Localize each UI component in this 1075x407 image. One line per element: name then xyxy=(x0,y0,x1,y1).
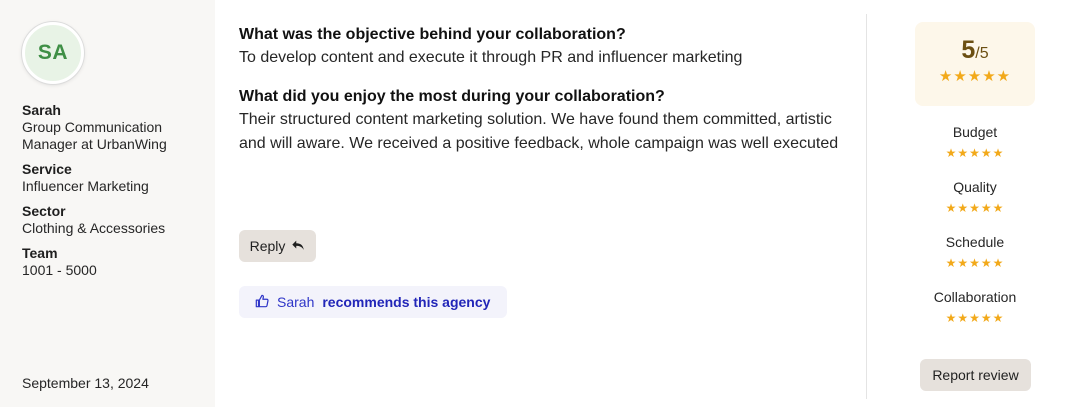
team-value: 1001 - 5000 xyxy=(22,262,97,278)
answer-enjoy: Their structured content marketing solut… xyxy=(239,111,839,152)
recommend-text: recommends this agency xyxy=(322,294,491,310)
rating-collaboration: Collaboration ★★★★★ xyxy=(915,289,1035,325)
report-review-button[interactable]: Report review xyxy=(920,359,1031,391)
rating-schedule-stars-icon: ★★★★★ xyxy=(945,256,1005,270)
reply-arrow-icon xyxy=(291,238,305,255)
thumbs-up-icon xyxy=(255,294,269,311)
answer-objective: To develop content and execute it throug… xyxy=(239,49,743,66)
overall-stars-icon: ★★★★★ xyxy=(938,68,1012,85)
reviewer-panel: SA Sarah Group Communication Manager at … xyxy=(0,0,215,407)
rating-max: /5 xyxy=(975,45,989,62)
avatar: SA xyxy=(22,22,84,84)
recommend-badge: Sarah recommends this agency xyxy=(239,286,507,318)
team-label: Team xyxy=(22,245,58,261)
recommend-name: Sarah xyxy=(277,294,315,310)
sector-label: Sector xyxy=(22,203,66,219)
service-value: Influencer Marketing xyxy=(22,178,149,194)
rating-score: 5 xyxy=(961,36,976,64)
question-enjoy: What did you enjoy the most during your … xyxy=(239,88,665,105)
rating-collaboration-label: Collaboration xyxy=(933,289,1017,305)
review-content: What was the objective behind your colla… xyxy=(239,24,839,156)
rating-quality-stars-icon: ★★★★★ xyxy=(945,201,1005,215)
rating-schedule: Schedule ★★★★★ xyxy=(915,234,1035,270)
rating-collaboration-stars-icon: ★★★★★ xyxy=(945,311,1005,325)
reply-label: Reply xyxy=(249,238,286,254)
reply-button[interactable]: Reply xyxy=(239,230,316,262)
review-date: September 13, 2024 xyxy=(22,375,149,391)
avatar-initials: SA xyxy=(37,41,69,64)
rating-budget-stars-icon: ★★★★★ xyxy=(945,146,1005,160)
rating-quality: Quality ★★★★★ xyxy=(915,179,1035,215)
rating-schedule-label: Schedule xyxy=(945,234,1005,250)
reviewer-name: Sarah xyxy=(22,102,61,118)
sector-value: Clothing & Accessories xyxy=(22,220,166,236)
rating-budget: Budget ★★★★★ xyxy=(915,124,1035,160)
rating-quality-label: Quality xyxy=(953,179,997,195)
service-label: Service xyxy=(22,161,72,177)
reviewer-info: Sarah Group Communication Manager at Urb… xyxy=(22,102,215,279)
overall-rating: 5/5 ★★★★★ xyxy=(915,22,1035,106)
divider xyxy=(866,14,867,399)
reviewer-role: Group Communication Manager at UrbanWing xyxy=(22,119,167,152)
question-objective: What was the objective behind your colla… xyxy=(239,26,626,43)
rating-budget-label: Budget xyxy=(952,124,998,140)
